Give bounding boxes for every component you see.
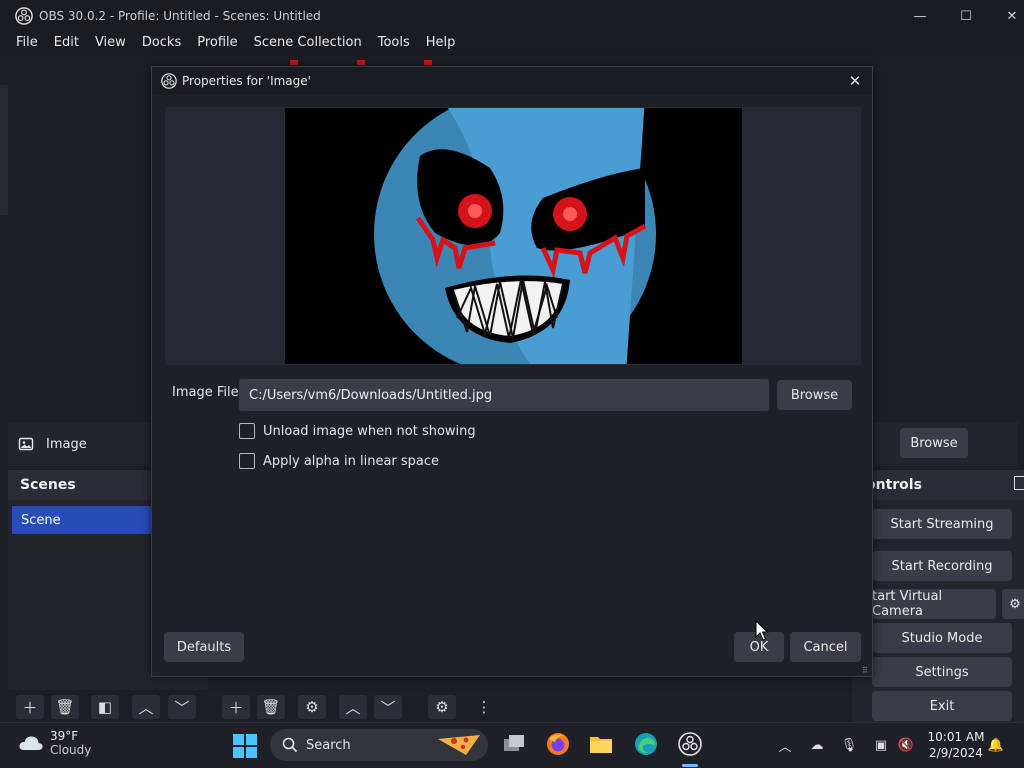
search-icon <box>282 737 298 753</box>
dialog-close-icon[interactable]: ✕ <box>846 72 864 90</box>
remove-scene-trash-icon[interactable]: 🗑 <box>51 695 79 719</box>
dialog-title-bar: Properties for 'Image' <box>152 67 872 95</box>
menu-file[interactable]: File <box>8 32 46 56</box>
add-scene-plus-icon[interactable]: ＋ <box>16 695 44 719</box>
image-icon <box>18 437 34 451</box>
active-app-indicator <box>682 764 698 767</box>
microphone-icon[interactable]: 🎙 <box>840 736 858 754</box>
notification-bell-icon[interactable]: 🔔 <box>987 736 1005 754</box>
add-source-plus-icon[interactable]: ＋ <box>222 695 250 719</box>
controls-dock-title: ontrols <box>866 477 922 493</box>
menu-docks[interactable]: Docks <box>134 32 189 56</box>
onedrive-cloud-icon[interactable]: ☁ <box>808 736 826 754</box>
network-icon[interactable]: ▣ <box>872 736 890 754</box>
preview-left-strip <box>0 85 8 215</box>
move-source-down-chevron-icon[interactable]: ﹀ <box>374 695 402 719</box>
apply-alpha-checkbox[interactable] <box>239 453 255 469</box>
windows-start-icon[interactable] <box>232 733 258 759</box>
audio-mixer-settings-icon[interactable]: ⚙ <box>428 695 456 719</box>
minimize-button[interactable]: — <box>897 0 943 32</box>
start-virtual-camera-button[interactable]: tart Virtual Camera <box>872 589 996 619</box>
weather-widget[interactable]: 39°F Cloudy <box>18 729 91 757</box>
dock-toolbar <box>0 690 852 724</box>
dock-float-icon[interactable] <box>1014 476 1024 490</box>
window-title: OBS 30.0.2 - Profile: Untitled - Scenes:… <box>39 9 321 23</box>
obs-logo-icon <box>15 7 33 25</box>
red-marker <box>424 60 432 65</box>
move-scene-up-chevron-icon[interactable]: ︿ <box>132 695 160 719</box>
image-file-label: Image File <box>172 385 239 400</box>
image-file-path-input[interactable] <box>239 379 769 411</box>
creepy-face-image <box>285 108 742 364</box>
move-scene-down-chevron-icon[interactable]: ﹀ <box>168 695 196 719</box>
weather-condition: Cloudy <box>50 743 92 757</box>
menu-help[interactable]: Help <box>418 32 464 56</box>
source-browse-button[interactable]: Browse <box>900 428 968 458</box>
source-properties-gear-icon[interactable]: ⚙ <box>298 695 326 719</box>
menu-scene-collection[interactable]: Scene Collection <box>246 32 370 56</box>
remove-source-trash-icon[interactable]: 🗑 <box>257 695 285 719</box>
cancel-button[interactable]: Cancel <box>790 632 861 662</box>
preview-image <box>285 108 742 364</box>
obs-logo-icon <box>161 73 177 89</box>
maximize-button[interactable]: ☐ <box>943 0 989 32</box>
dialog-title: Properties for 'Image' <box>182 74 311 88</box>
exit-button[interactable]: Exit <box>872 691 1012 721</box>
controls-dock-header: ontrols <box>852 470 1024 500</box>
close-button[interactable]: ✕ <box>989 0 1024 32</box>
virtual-camera-settings-gear-icon[interactable]: ⚙ <box>1002 589 1024 619</box>
firefox-icon[interactable] <box>545 731 571 757</box>
start-streaming-button[interactable]: Start Streaming <box>872 509 1012 539</box>
image-file-browse-button[interactable]: Browse <box>777 380 852 410</box>
apply-alpha-label: Apply alpha in linear space <box>263 453 440 469</box>
clock-date: 2/9/2024 <box>929 746 983 760</box>
properties-dialog: Properties for 'Image' ✕ Image File C:/U… <box>151 66 873 677</box>
clock-time: 10:01 AM <box>927 730 985 744</box>
defaults-button[interactable]: Defaults <box>164 632 244 662</box>
unload-image-checkbox[interactable] <box>239 423 255 439</box>
pizza-icon <box>438 735 480 755</box>
edge-icon[interactable] <box>633 731 659 757</box>
obs-taskbar-icon[interactable] <box>677 731 703 757</box>
taskbar-search-box[interactable]: Search <box>270 729 488 761</box>
file-explorer-icon[interactable] <box>588 731 614 757</box>
show-hidden-icons-chevron-icon[interactable]: ︿ <box>776 736 794 755</box>
selected-source-name: Image <box>46 436 87 452</box>
resize-grip-icon[interactable]: ⠿ <box>862 666 870 675</box>
menu-tools[interactable]: Tools <box>370 32 418 56</box>
source-preview <box>165 107 861 365</box>
scene-filters-icon[interactable]: ◧ <box>91 695 119 719</box>
settings-button[interactable]: Settings <box>872 657 1012 687</box>
window-title-bar: OBS 30.0.2 - Profile: Untitled - Scenes:… <box>0 0 1024 32</box>
menu-bar: File Edit View Docks Profile Scene Colle… <box>0 32 1024 56</box>
mouse-cursor-icon <box>755 620 769 641</box>
unload-image-label: Unload image when not showing <box>263 423 476 439</box>
red-marker <box>357 60 365 65</box>
volume-muted-icon[interactable]: 🔇 <box>897 736 915 754</box>
windows-taskbar: 39°F Cloudy Search ︿ ☁ 🎙 ▣ 🔇 10:01 AM 2/… <box>0 722 1024 768</box>
unload-image-option[interactable]: Unload image when not showing <box>239 423 476 439</box>
task-view-icon[interactable] <box>501 731 527 757</box>
more-options-kebab-icon[interactable]: ⋮ <box>470 695 498 719</box>
move-source-up-chevron-icon[interactable]: ︿ <box>339 695 367 719</box>
weather-temperature: 39°F <box>50 729 79 743</box>
apply-alpha-option[interactable]: Apply alpha in linear space <box>239 453 439 469</box>
start-recording-button[interactable]: Start Recording <box>872 551 1012 581</box>
menu-profile[interactable]: Profile <box>189 32 245 56</box>
cloud-icon <box>19 736 43 750</box>
menu-view[interactable]: View <box>87 32 134 56</box>
red-marker <box>290 60 298 65</box>
search-label: Search <box>306 737 351 753</box>
system-clock[interactable]: 10:01 AM 2/9/2024 <box>925 729 987 761</box>
menu-edit[interactable]: Edit <box>46 32 87 56</box>
controls-dock: ontrols Start Streaming Start Recording … <box>852 470 1024 722</box>
studio-mode-button[interactable]: Studio Mode <box>872 623 1012 653</box>
